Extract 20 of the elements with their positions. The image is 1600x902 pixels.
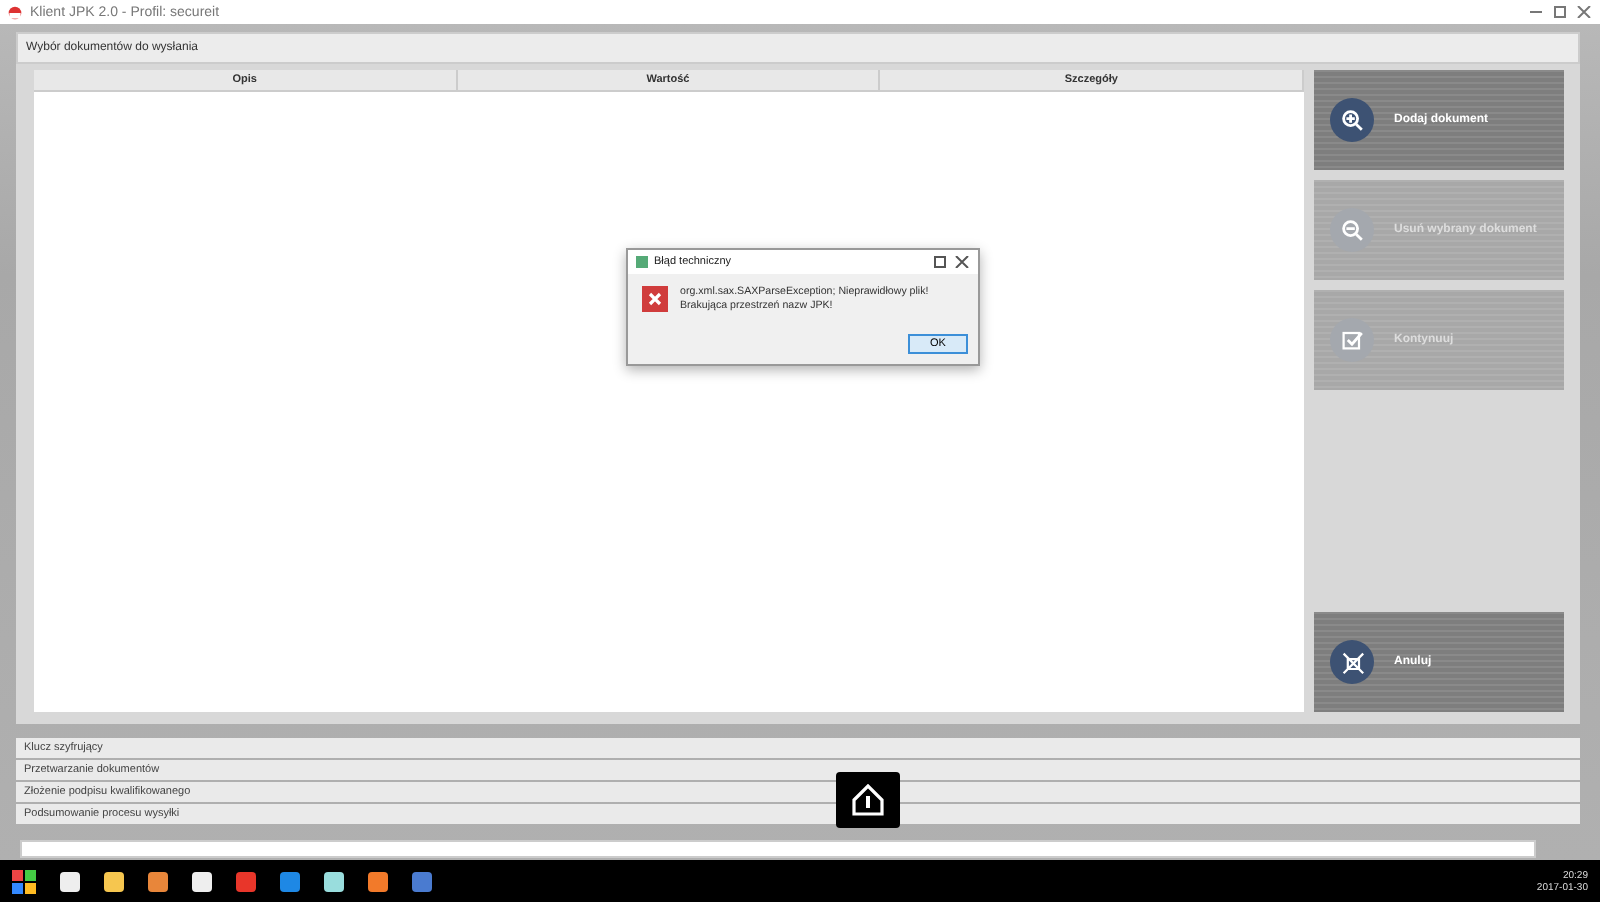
app-logo-icon [8, 5, 22, 19]
restore-icon[interactable] [1552, 6, 1568, 18]
minimize-icon[interactable] [1528, 6, 1544, 18]
maximize-icon[interactable] [932, 256, 948, 268]
close-icon[interactable] [1576, 6, 1592, 18]
dialog-app-icon [636, 256, 648, 268]
taskbar-app-icon[interactable] [368, 871, 388, 891]
checkbox-icon [1338, 326, 1366, 354]
home-icon [850, 784, 886, 816]
close-icon[interactable] [954, 256, 970, 268]
taskbar-app-icon[interactable] [60, 871, 80, 891]
zoom-in-icon [1338, 106, 1366, 134]
taskbar-app-icon[interactable] [324, 871, 344, 891]
cross-icon [1338, 648, 1366, 676]
taskbar-app-icon[interactable] [192, 871, 212, 891]
windows-icon[interactable] [12, 869, 36, 893]
taskbar-app-icon[interactable] [148, 871, 168, 891]
taskbar-app-icon[interactable] [104, 871, 124, 891]
zoom-out-icon [1338, 216, 1366, 244]
home-button[interactable] [836, 772, 900, 828]
